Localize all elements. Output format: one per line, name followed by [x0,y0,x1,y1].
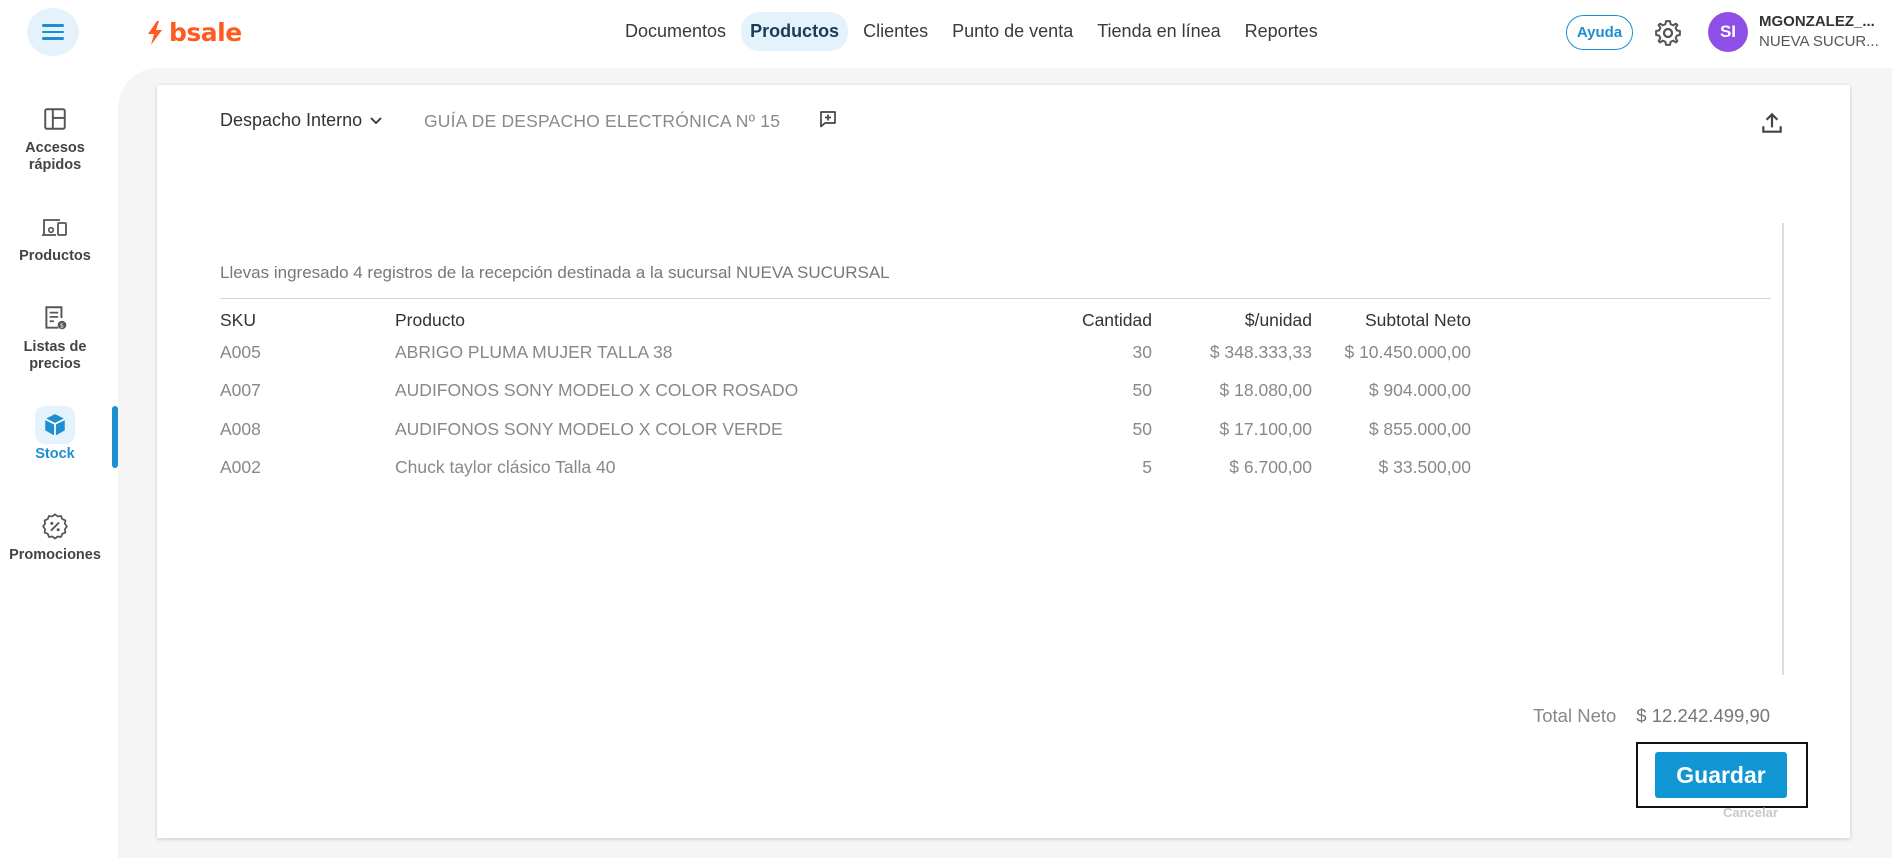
cell-subtotal: $ 10.450.000,00 [1344,341,1471,362]
menu-icon [42,24,64,40]
user-menu[interactable]: MGONZALEZ_... NUEVA SUCUR... [1759,13,1887,50]
sidebar-item-productos[interactable]: Productos [0,208,110,265]
cell-qty: 50 [1132,380,1152,401]
help-button[interactable]: Ayuda [1566,15,1633,50]
cell-subtotal: $ 855.000,00 [1368,418,1471,439]
layout-icon [35,100,75,138]
save-button[interactable]: Guardar [1655,752,1787,798]
sidebar-label: Stock [35,446,75,462]
logo-text: bsale [169,18,242,47]
sidebar-item-promociones[interactable]: Promociones [0,507,110,564]
column-header-subtotal: Subtotal Neto [1364,309,1471,330]
table-row[interactable]: A002 Chuck taylor clásico Talla 40 5 $ 6… [220,449,1471,488]
total-neto: Total Neto $ 12.242.499,90 [1533,705,1770,727]
sidebar-label: Listas de precios [23,339,87,372]
cell-unit-price: $ 348.333,33 [1209,341,1312,362]
cell-qty: 30 [1132,341,1152,362]
user-branch: NUEVA SUCUR... [1759,33,1879,50]
column-header-sku: SKU [220,309,256,330]
table-row[interactable]: A005 ABRIGO PLUMA MUJER TALLA 38 30 $ 34… [220,333,1471,372]
sidebar-label: Promociones [9,547,101,563]
column-header-product: Producto [395,309,466,330]
hamburger-menu-button[interactable] [27,8,79,56]
total-label: Total Neto [1533,705,1617,726]
stock-box-icon [35,406,75,444]
records-info-text: Llevas ingresado 4 registros de la recep… [220,263,890,282]
cell-sku: A005 [220,341,261,362]
cell-sku: A002 [220,457,261,478]
price-list-icon: $ [35,299,75,337]
document-type-label: Despacho Interno [220,110,363,130]
cell-product: Chuck taylor clásico Talla 40 [395,457,616,478]
nav-documentos[interactable]: Documentos [616,12,735,51]
gear-icon[interactable] [1653,18,1683,48]
cell-unit-price: $ 6.700,00 [1229,457,1312,478]
document-type-dropdown[interactable]: Despacho Interno [220,110,382,131]
user-name: MGONZALEZ_... [1759,13,1875,30]
cell-product: ABRIGO PLUMA MUJER TALLA 38 [395,341,673,362]
table-header-row: SKU Producto Cantidad $/unidad Subtotal … [220,307,1471,333]
chevron-down-icon [370,116,382,124]
cell-product: AUDIFONOS SONY MODELO X COLOR VERDE [395,418,783,439]
vertical-scrollbar[interactable] [1782,223,1784,675]
column-header-unit-price: $/unidad [1244,309,1312,330]
items-table: SKU Producto Cantidad $/unidad Subtotal … [220,307,1471,487]
sidebar-item-listas-de-precios[interactable]: $ Listas de precios [0,299,110,373]
document-card: Despacho Interno GUÍA DE DESPACHO ELECTR… [157,85,1850,838]
add-comment-icon[interactable] [818,109,838,129]
total-value: $ 12.242.499,90 [1636,705,1771,726]
main-nav: Documentos Productos Clientes Punto de v… [616,12,1327,51]
cell-sku: A007 [220,380,261,401]
avatar[interactable]: SI [1708,12,1748,52]
document-title: GUÍA DE DESPACHO ELECTRÓNICA Nº 15 [424,111,781,131]
table-row[interactable]: A008 AUDIFONOS SONY MODELO X COLOR VERDE… [220,410,1471,449]
nav-clientes[interactable]: Clientes [854,12,937,51]
nav-punto-de-venta[interactable]: Punto de venta [943,12,1082,51]
sidebar-label: Accesos rápidos [25,140,85,173]
table-row[interactable]: A007 AUDIFONOS SONY MODELO X COLOR ROSAD… [220,372,1471,411]
cell-subtotal: $ 33.500,00 [1378,457,1471,478]
svg-text:$: $ [60,322,64,330]
sidebar: Accesos rápidos Productos $ Listas de prec… [0,66,118,853]
cell-product: AUDIFONOS SONY MODELO X COLOR ROSADO [395,380,799,401]
bsale-bolt-icon [148,20,162,45]
products-icon [35,208,75,246]
column-header-qty: Cantidad [1081,309,1152,330]
upload-icon[interactable] [1759,110,1785,136]
cell-unit-price: $ 17.100,00 [1219,418,1312,439]
cancel-link[interactable]: Cancelar [1723,805,1778,820]
promotions-icon [35,507,75,545]
cell-sku: A008 [220,418,261,439]
top-bar: bsale Documentos Productos Clientes Punt… [0,0,1892,66]
bsale-logo[interactable]: bsale [145,18,242,47]
cell-qty: 50 [1132,418,1152,439]
sidebar-item-stock[interactable]: Stock [0,406,110,463]
cell-unit-price: $ 18.080,00 [1219,380,1312,401]
sidebar-label: Productos [19,248,91,264]
cell-qty: 5 [1142,457,1152,478]
sidebar-item-accesos-rapidos[interactable]: Accesos rápidos [0,100,110,174]
nav-reportes[interactable]: Reportes [1236,12,1327,51]
nav-productos[interactable]: Productos [741,12,849,51]
divider [220,298,1771,299]
cell-subtotal: $ 904.000,00 [1368,380,1471,401]
nav-tienda-en-linea[interactable]: Tienda en línea [1088,12,1229,51]
